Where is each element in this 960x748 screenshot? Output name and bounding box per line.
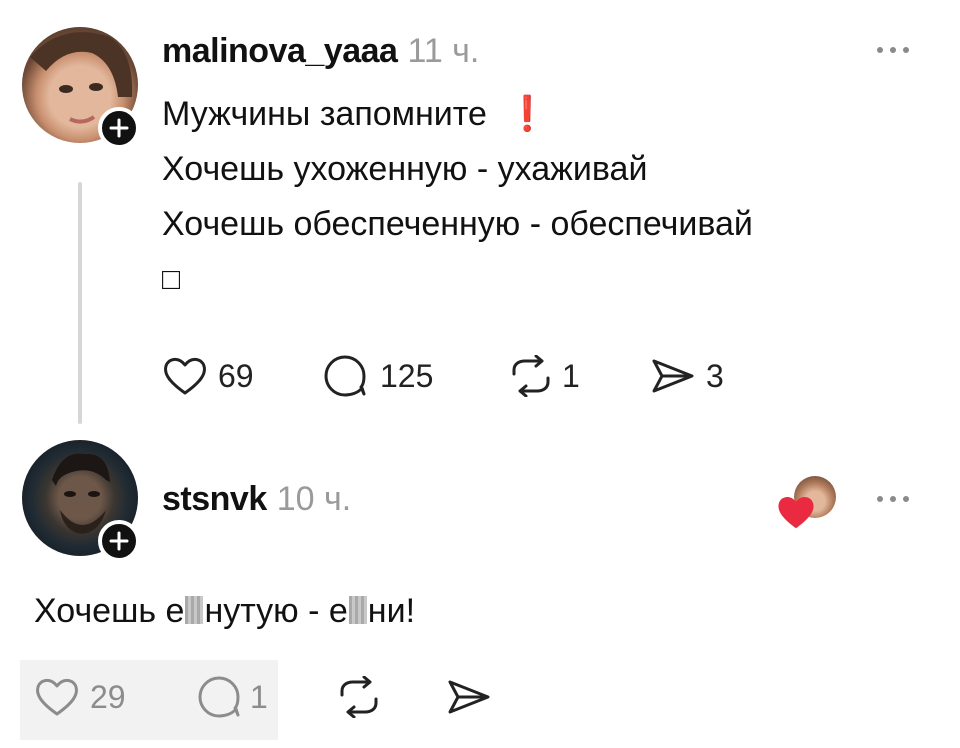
exclamation-emoji: ❗ <box>506 95 549 133</box>
post-line-4: □ <box>162 263 181 296</box>
comment-count: 125 <box>380 357 434 394</box>
liked-by-author-indicator <box>776 476 840 532</box>
post-line-3: Хочешь обеспеченную - обеспечивай <box>162 205 753 243</box>
repost-button[interactable]: 1 <box>508 355 580 397</box>
like-count: 69 <box>218 357 254 394</box>
follow-plus-icon <box>109 118 129 138</box>
like-button[interactable]: 29 <box>34 676 126 718</box>
username[interactable]: stsnvk <box>162 480 267 519</box>
comment-count: 1 <box>250 678 268 715</box>
post-body: Мужчины запомните ❗ Хочешь ухоженную - у… <box>162 87 753 307</box>
censored-block <box>348 596 367 624</box>
follow-plus-button[interactable] <box>98 520 140 562</box>
follow-plus-button[interactable] <box>98 107 140 149</box>
post-line-1: Мужчины запомните <box>162 95 487 133</box>
comment-icon <box>198 676 240 718</box>
repost-icon <box>512 355 550 397</box>
post-header: stsnvk 10 ч. <box>162 480 351 519</box>
share-count: 3 <box>706 357 724 394</box>
like-count: 29 <box>90 678 126 715</box>
more-options-button[interactable] <box>877 47 909 53</box>
comment-icon <box>324 355 366 397</box>
post-body: Хочешь е нутую - е ни! <box>34 584 415 639</box>
more-icon <box>877 496 883 502</box>
follow-plus-icon <box>109 531 129 551</box>
timestamp: 11 ч. <box>407 32 480 70</box>
comment-button[interactable]: 125 <box>322 355 433 397</box>
heart-icon <box>36 679 78 716</box>
heart-icon <box>164 358 206 395</box>
repost-count: 1 <box>562 357 580 394</box>
more-options-button[interactable] <box>877 496 909 502</box>
send-icon <box>652 359 694 393</box>
send-icon <box>448 680 490 714</box>
timestamp: 10 ч. <box>276 480 352 518</box>
username[interactable]: malinova_yaaa <box>162 32 398 71</box>
post-text-part-1: Хочешь е <box>34 592 185 630</box>
thread-line <box>78 182 82 424</box>
post-text-part-3: ни! <box>367 592 416 630</box>
post-line-2: Хочешь ухоженную - ухаживай <box>162 150 648 188</box>
comment-button[interactable]: 1 <box>196 676 268 718</box>
censored-block <box>185 596 204 624</box>
liked-by-author-heart-icon <box>778 496 814 529</box>
repost-icon <box>340 676 378 718</box>
repost-button[interactable] <box>336 676 382 718</box>
share-button[interactable]: 3 <box>650 355 724 397</box>
post-header: malinova_yaaa 11 ч. <box>162 32 479 71</box>
like-button[interactable]: 69 <box>162 355 254 397</box>
more-icon <box>877 47 883 53</box>
share-button[interactable] <box>446 676 492 718</box>
post-text-part-2: нутую - е <box>204 592 348 630</box>
